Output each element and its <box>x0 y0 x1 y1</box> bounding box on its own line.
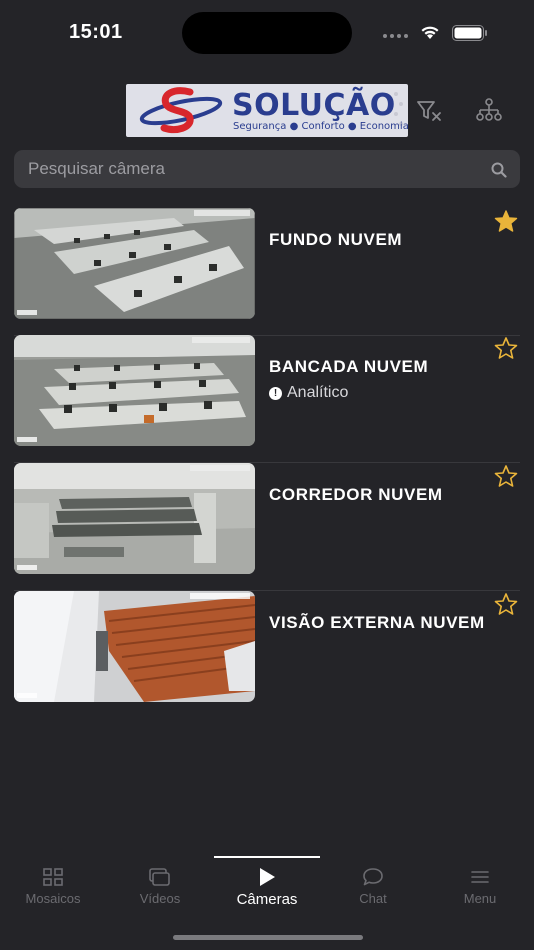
tab-label: Câmeras <box>236 891 298 908</box>
camera-thumbnail[interactable] <box>14 208 255 319</box>
tab-label: Mosaicos <box>25 891 81 906</box>
camera-name: VISÃO EXTERNA NUVEM <box>269 613 485 632</box>
camera-row[interactable]: VISÃO EXTERNA NUVEM <box>14 591 520 719</box>
star-outline-icon[interactable] <box>494 593 518 615</box>
chat-icon <box>363 868 383 886</box>
camera-name: FUNDO NUVEM <box>269 230 403 249</box>
camera-name: BANCADA NUVEM <box>269 357 429 376</box>
clear-filter-icon[interactable] <box>417 100 443 122</box>
tab-label: Chat <box>359 891 387 906</box>
star-filled-icon[interactable] <box>494 210 518 232</box>
camera-thumbnail[interactable] <box>14 335 255 446</box>
search-input[interactable] <box>14 150 474 188</box>
logo-subtitle: Segurança ● Conforto ● Economia <box>233 121 408 132</box>
dynamic-island <box>182 12 352 54</box>
camera-status: ! Analítico <box>269 384 348 402</box>
tab-label: Vídeos <box>139 891 181 906</box>
wifi-icon <box>421 26 439 39</box>
status-bar: 15:01 <box>0 0 534 64</box>
search-bar[interactable] <box>14 150 520 188</box>
tab-label: Menu <box>463 891 497 906</box>
logo-title: SOLUÇÃO <box>232 88 396 123</box>
star-outline-icon[interactable] <box>494 337 518 359</box>
tab-chat[interactable]: Chat <box>320 866 426 906</box>
hierarchy-icon[interactable] <box>476 98 502 122</box>
tab-menu[interactable]: Menu <box>427 866 533 906</box>
videos-icon <box>149 868 170 886</box>
active-tab-indicator <box>214 856 320 858</box>
search-icon[interactable] <box>491 162 507 178</box>
battery-icon <box>452 25 487 41</box>
alert-icon: ! <box>269 386 282 400</box>
camera-row[interactable]: CORREDOR NUVEM <box>14 463 520 591</box>
status-time: 15:01 <box>69 21 123 43</box>
camera-status-label: Analítico <box>287 384 349 401</box>
star-outline-icon[interactable] <box>494 465 518 487</box>
tab-mosaicos[interactable]: Mosaicos <box>0 866 106 906</box>
camera-name: CORREDOR NUVEM <box>269 485 443 504</box>
home-indicator <box>173 935 363 940</box>
camera-thumbnail[interactable] <box>14 591 255 702</box>
signal-dots-icon <box>383 34 408 38</box>
camera-row[interactable]: BANCADA NUVEM ! Analítico <box>14 335 520 463</box>
tab-videos[interactable]: Vídeos <box>107 866 213 906</box>
tab-cameras[interactable]: Câmeras <box>214 866 320 908</box>
menu-icon <box>471 871 489 883</box>
play-icon <box>260 868 275 886</box>
grid-icon <box>43 868 63 886</box>
camera-thumbnail[interactable] <box>14 463 255 574</box>
camera-row[interactable]: FUNDO NUVEM <box>14 208 520 336</box>
company-logo: SOLUÇÃO Segurança ● Conforto ● Economia <box>126 84 408 137</box>
